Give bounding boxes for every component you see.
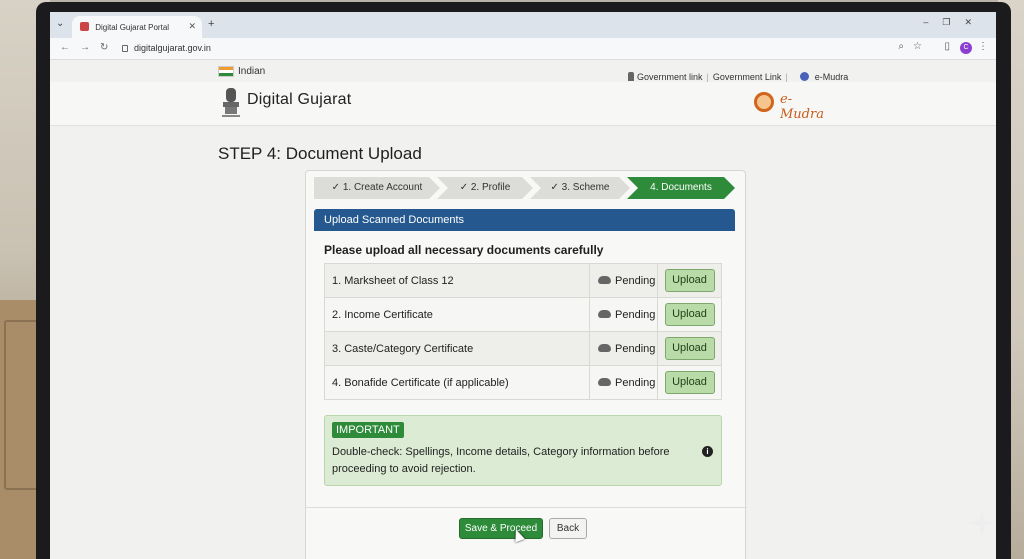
state-emblem-icon — [222, 88, 240, 117]
browser-tabbar: ⌄ Digital Gujarat Portal ✕ + –❐✕ — [50, 12, 996, 38]
top-links: Government link | Government Link | e-Mudra — [628, 72, 848, 82]
status-cell: Pending — [589, 331, 658, 366]
upload-button-marksheet[interactable]: Upload — [664, 269, 715, 292]
url-text: digitalgujarat.gov.in — [134, 43, 211, 53]
save-proceed-button[interactable]: Save & Proceed — [459, 518, 543, 539]
site-header: Digital Gujarat e-Mudra — [50, 82, 996, 126]
upload-card: ✓ 1. Create Account ✓ 2. Profile ✓ 3. Sc… — [305, 170, 747, 559]
important-alert: IMPORTANT Double-check: Spellings, Incom… — [324, 415, 722, 486]
status-badge: Pending — [615, 308, 656, 321]
bookmark-star-icon[interactable]: ☆ — [913, 41, 922, 52]
reload-icon[interactable]: ↻ — [100, 42, 108, 53]
zoom-icon[interactable]: ⌕ — [898, 41, 904, 52]
browser-tab-active[interactable]: Digital Gujarat Portal ✕ — [72, 16, 202, 38]
emudra-logo[interactable]: e-Mudra — [754, 92, 834, 122]
info-icon: i — [702, 446, 713, 457]
cloud-upload-icon — [598, 377, 611, 386]
action-cell: Upload — [657, 297, 722, 332]
upload-button-income[interactable]: Upload — [664, 303, 715, 326]
table-row: 3. Caste/Category Certificate Pending Up… — [324, 331, 722, 366]
new-tab-button[interactable]: + — [208, 18, 214, 30]
emudra-wordmark: e-Mudra — [780, 92, 824, 122]
browser-address-bar: ← → ↻ digitalgujarat.gov.in ⌕ ☆ ▯ C ⋮ — [50, 38, 996, 60]
wizard-steps: ✓ 1. Create Account ✓ 2. Profile ✓ 3. Sc… — [314, 177, 736, 199]
emudra-seal-icon — [754, 92, 774, 112]
top-link-government[interactable]: Government link — [637, 72, 703, 82]
section-header: Upload Scanned Documents — [314, 209, 735, 231]
status-badge: Pending — [615, 274, 656, 287]
back-button[interactable]: Back — [549, 518, 587, 539]
form-actions: Save & Proceed Back — [306, 507, 747, 547]
profile-avatar-icon[interactable]: C — [960, 42, 972, 54]
restore-icon[interactable]: ❐ — [942, 17, 964, 27]
cloud-upload-icon — [598, 275, 611, 284]
document-name: 2. Income Certificate — [324, 297, 590, 332]
table-row: 4. Bonafide Certificate (if applicable) … — [324, 365, 722, 400]
web-page: Indian Government link | Government Link | e… — [50, 60, 996, 559]
status-badge: Pending — [615, 376, 656, 389]
language-selector[interactable]: Indian — [238, 66, 265, 77]
close-tab-icon[interactable]: ✕ — [188, 21, 196, 32]
upload-instruction: Please upload all necessary documents ca… — [324, 243, 604, 257]
emblem-small-icon — [628, 72, 634, 81]
cloud-upload-icon — [598, 343, 611, 352]
minimize-icon[interactable]: – — [923, 17, 942, 27]
top-link-government-2[interactable]: Government Link — [713, 72, 782, 82]
side-panel-icon[interactable]: ▯ — [944, 41, 950, 52]
background-desk-drawer — [4, 320, 38, 490]
action-cell: Upload — [657, 331, 722, 366]
document-name: 3. Caste/Category Certificate — [324, 331, 590, 366]
document-name: 1. Marksheet of Class 12 — [324, 263, 590, 298]
wizard-step-create-account[interactable]: ✓ 1. Create Account — [314, 177, 440, 199]
window-controls: –❐✕ — [923, 17, 986, 28]
upload-button-bonafide[interactable]: Upload — [664, 371, 715, 394]
monitor-screen: ⌄ Digital Gujarat Portal ✕ + –❐✕ ← → ↻ d… — [50, 12, 996, 559]
status-cell: Pending — [589, 263, 658, 298]
page-title: STEP 4: Document Upload — [218, 144, 422, 163]
top-link-emudra[interactable]: e-Mudra — [815, 72, 849, 82]
alert-message: Double-check: Spellings, Income details,… — [332, 446, 670, 475]
url-field[interactable]: digitalgujarat.gov.in — [122, 43, 211, 53]
document-name: 4. Bonafide Certificate (if applicable) — [324, 365, 590, 400]
action-cell: Upload — [657, 263, 722, 298]
action-cell: Upload — [657, 365, 722, 400]
site-info-icon[interactable] — [122, 45, 128, 52]
status-cell: Pending — [589, 365, 658, 400]
wizard-step-documents[interactable]: 4. Documents — [627, 177, 735, 199]
important-badge: IMPORTANT — [332, 422, 404, 438]
cloud-upload-icon — [598, 309, 611, 318]
india-flag-icon — [218, 66, 234, 77]
upload-button-caste[interactable]: Upload — [664, 337, 715, 360]
browser-menu-icon[interactable]: ⋮ — [978, 41, 988, 52]
site-brand[interactable]: Digital Gujarat — [247, 91, 351, 109]
wizard-step-scheme[interactable]: ✓ 3. Scheme — [530, 177, 630, 199]
table-row: 2. Income Certificate Pending Upload — [324, 297, 722, 332]
back-arrow-icon[interactable]: ← — [60, 42, 70, 53]
browser-tab-title: Digital Gujarat Portal — [95, 23, 170, 32]
close-window-icon[interactable]: ✕ — [964, 17, 986, 27]
favicon-icon — [80, 22, 89, 31]
status-cell: Pending — [589, 297, 658, 332]
tab-search-chevron-icon[interactable]: ⌄ — [56, 18, 64, 29]
emudra-globe-icon — [799, 72, 809, 81]
wizard-step-profile[interactable]: ✓ 2. Profile — [437, 177, 533, 199]
documents-table: 1. Marksheet of Class 12 Pending Upload … — [324, 263, 722, 400]
forward-arrow-icon[interactable]: → — [80, 42, 90, 53]
table-row: 1. Marksheet of Class 12 Pending Upload — [324, 263, 722, 298]
status-badge: Pending — [615, 342, 656, 355]
